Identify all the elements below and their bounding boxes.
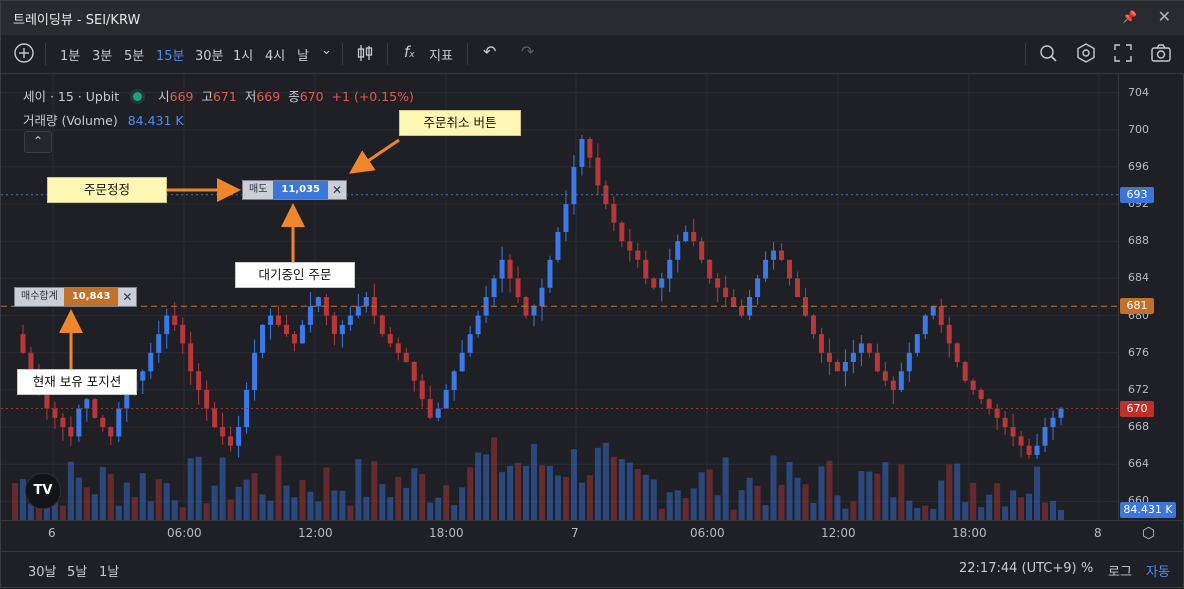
log-toggle[interactable]: 로그 xyxy=(1108,561,1132,580)
callout-pending: 대기중인 주문 xyxy=(235,262,355,288)
tradingview-logo: TV xyxy=(25,473,61,509)
callout-modify: 주문정정 xyxy=(47,177,167,203)
range-30d[interactable]: 30날 xyxy=(28,561,57,580)
percent-toggle[interactable]: % xyxy=(1081,561,1093,576)
callout-cancel: 주문취소 버튼 xyxy=(399,110,521,136)
volume-tag: 84.431 K xyxy=(1120,502,1176,518)
range-1d[interactable]: 1날 xyxy=(99,561,119,580)
sell-price-tag: 693 xyxy=(1120,186,1154,203)
buy-price-tag: 681 xyxy=(1120,298,1154,315)
auto-toggle[interactable]: 자동 xyxy=(1146,561,1170,580)
last-price-tag: 670 xyxy=(1120,400,1154,417)
clock[interactable]: 22:17:44 (UTC+9) xyxy=(959,561,1077,576)
annotation-arrows xyxy=(59,138,400,369)
bottom-bar: 30날 5날 1날 22:17:44 (UTC+9) % 로그 자동 xyxy=(1,551,1184,589)
range-5d[interactable]: 5날 xyxy=(67,561,87,580)
callout-position: 현재 보유 포지션 xyxy=(17,369,137,395)
app-window: 트레이딩뷰 - SEI/KRW 📌 ✕ 1분 3분 5분 15분 30분 1시 … xyxy=(0,0,1184,588)
